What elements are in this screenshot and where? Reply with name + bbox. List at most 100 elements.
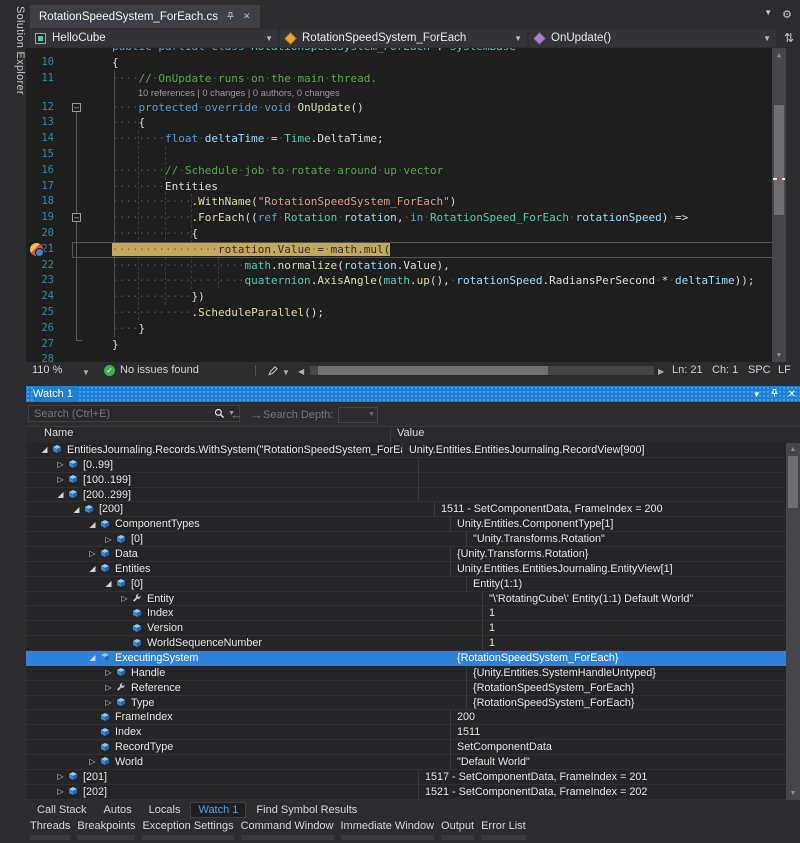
outlining-gutter[interactable] xyxy=(54,226,72,242)
watch-row[interactable]: ▷Entity"\'RotatingCube\' Entity(1:1) Def… xyxy=(26,592,786,607)
watch-value[interactable]: 200 xyxy=(450,710,786,724)
scroll-right-icon[interactable]: ▶ xyxy=(658,367,664,376)
expand-icon[interactable]: ▷ xyxy=(86,757,99,766)
watch-row[interactable]: ◢EntitiesUnity.Entities.EntitiesJournali… xyxy=(26,562,786,577)
collapse-icon[interactable]: ◢ xyxy=(38,445,51,454)
watch-title-bar[interactable]: Watch 1 ▼ ✕ xyxy=(26,386,800,402)
tab-find-symbol-results[interactable]: Find Symbol Results xyxy=(249,803,364,817)
watch-value[interactable]: 1511 xyxy=(450,725,786,739)
expand-icon[interactable]: ▷ xyxy=(54,460,67,469)
watch-vertical-scrollbar[interactable]: ▲ ▼ xyxy=(786,443,800,800)
editor-horizontal-scrollbar[interactable] xyxy=(310,366,654,375)
split-window-icon[interactable]: ⇅ xyxy=(784,31,794,45)
outlining-gutter[interactable] xyxy=(54,48,72,55)
watch-row[interactable]: ▷[0..99] xyxy=(26,458,786,473)
project-dropdown[interactable]: HelloCube ▼ xyxy=(30,29,278,47)
scroll-left-icon[interactable]: ◀ xyxy=(298,367,304,376)
expand-icon[interactable]: ▷ xyxy=(102,668,115,677)
outlining-gutter[interactable] xyxy=(54,100,72,116)
watch-row[interactable]: ◢ComponentTypesUnity.Entities.ComponentT… xyxy=(26,517,786,532)
watch-row[interactable]: ◢[0]Entity(1:1) xyxy=(26,577,786,592)
watch-row[interactable]: Index1511 xyxy=(26,725,786,740)
search-prev-icon[interactable]: ← xyxy=(230,407,243,422)
expand-icon[interactable]: ▷ xyxy=(102,698,115,707)
watch-value[interactable]: {RotationSpeedSystem_ForEach} xyxy=(466,696,786,710)
watch-value[interactable] xyxy=(418,473,786,487)
code-line[interactable]: 11····//·OnUpdate·runs·on·the·main·threa… xyxy=(26,71,786,87)
expand-icon[interactable]: ▷ xyxy=(102,535,115,544)
code-line[interactable]: 18············.WithName("RotationSpeedSy… xyxy=(26,194,786,210)
outlining-gutter[interactable] xyxy=(54,321,72,337)
watch-value[interactable]: {RotationSpeedSystem_ForEach} xyxy=(450,651,786,665)
code-line[interactable]: 24············}) xyxy=(26,289,786,305)
watch-row[interactable]: ▷Handle{Unity.Entities.SystemHandleUntyp… xyxy=(26,666,786,681)
expand-icon[interactable]: ▷ xyxy=(102,683,115,692)
code-line[interactable]: 23····················quaternion.AxisAng… xyxy=(26,273,786,289)
outlining-gutter[interactable] xyxy=(54,87,72,100)
collapse-icon[interactable]: ◢ xyxy=(102,579,115,588)
watch-row[interactable]: ▷[201]1517 - SetComponentData, FrameInde… xyxy=(26,770,786,785)
tab-exception-settings[interactable]: Exception Settings xyxy=(142,820,233,843)
search-next-icon[interactable]: → xyxy=(250,407,263,422)
tab-immediate-window[interactable]: Immediate Window xyxy=(341,820,435,843)
tab-threads[interactable]: Threads xyxy=(30,820,70,843)
outlining-gutter[interactable] xyxy=(54,273,72,289)
health-check-icon[interactable]: ✓ xyxy=(104,365,115,376)
pin-icon[interactable] xyxy=(226,11,235,23)
watch-value[interactable]: Unity.Entities.ComponentType[1] xyxy=(450,517,786,531)
chevron-down-icon[interactable]: ▼ xyxy=(282,368,290,377)
scroll-down-icon[interactable]: ▼ xyxy=(772,351,786,359)
watch-value[interactable]: "Default World" xyxy=(450,755,786,769)
search-icon[interactable] xyxy=(214,408,225,419)
close-icon[interactable]: ✕ xyxy=(243,11,251,22)
watch-row[interactable]: FrameIndex200 xyxy=(26,710,786,725)
chevron-down-icon[interactable]: ▼ xyxy=(753,390,761,399)
outlining-gutter[interactable] xyxy=(54,131,72,147)
watch-value[interactable]: Unity.Entities.EntitiesJournaling.Record… xyxy=(402,443,786,457)
tab-call-stack[interactable]: Call Stack xyxy=(30,803,94,817)
code-editor[interactable]: – – public·partial·class·RotationSpeedSy… xyxy=(26,48,786,362)
search-box[interactable]: ▼ xyxy=(28,405,240,422)
watch-row[interactable]: ◢[200]1511 - SetComponentData, FrameInde… xyxy=(26,502,786,517)
watch-row[interactable]: ▷[100..199] xyxy=(26,473,786,488)
outlining-gutter[interactable] xyxy=(54,71,72,87)
scroll-down-icon[interactable]: ▼ xyxy=(786,790,800,797)
close-icon[interactable]: ✕ xyxy=(788,389,796,400)
outlining-gutter[interactable] xyxy=(54,242,72,258)
collapse-icon[interactable]: ◢ xyxy=(86,520,99,529)
watch-row[interactable]: ◢ExecutingSystem{RotationSpeedSystem_For… xyxy=(26,651,786,666)
scrollbar-thumb[interactable] xyxy=(318,366,548,375)
gear-icon[interactable]: ⚙ xyxy=(782,8,792,21)
watch-row[interactable]: ◢[200..299] xyxy=(26,488,786,503)
watch-row[interactable]: ▷[202]1521 - SetComponentData, FrameInde… xyxy=(26,785,786,800)
outlining-gutter[interactable] xyxy=(54,305,72,321)
pin-icon[interactable] xyxy=(770,388,779,401)
watch-value[interactable]: 1 xyxy=(482,636,786,650)
code-line[interactable]: 10{ xyxy=(26,55,786,71)
code-line[interactable]: 13····{ xyxy=(26,115,786,131)
watch-value[interactable]: {RotationSpeedSystem_ForEach} xyxy=(466,681,786,695)
code-line[interactable]: 28 xyxy=(26,352,786,362)
column-header-name[interactable]: Name xyxy=(26,427,390,443)
watch-row[interactable]: ▷Data{Unity.Transforms.Rotation} xyxy=(26,547,786,562)
expand-icon[interactable]: ▷ xyxy=(54,772,67,781)
tab-error-list[interactable]: Error List xyxy=(481,820,526,843)
watch-value[interactable] xyxy=(418,458,786,472)
outlining-gutter[interactable] xyxy=(54,352,72,362)
code-line[interactable]: 26····} xyxy=(26,321,786,337)
expand-icon[interactable]: ▷ xyxy=(86,549,99,558)
collapse-box[interactable]: – xyxy=(72,103,81,112)
type-dropdown[interactable]: RotationSpeedSystem_ForEach ▼ xyxy=(280,29,527,47)
expand-icon[interactable]: ▷ xyxy=(54,787,67,796)
outlining-gutter[interactable] xyxy=(54,210,72,226)
watch-value[interactable]: Unity.Entities.EntitiesJournaling.Entity… xyxy=(450,562,786,576)
watch-row[interactable]: Index1 xyxy=(26,606,786,621)
watch-value[interactable] xyxy=(418,488,786,502)
watch-value[interactable]: 1517 - SetComponentData, FrameIndex = 20… xyxy=(418,770,786,784)
scroll-up-icon[interactable]: ▲ xyxy=(786,446,800,453)
outlining-gutter[interactable] xyxy=(54,163,72,179)
breakpoint-icon[interactable] xyxy=(30,243,43,256)
watch-row[interactable]: ▷World"Default World" xyxy=(26,755,786,770)
outlining-gutter[interactable] xyxy=(54,115,72,131)
watch-row[interactable]: ▷Type{RotationSpeedSystem_ForEach} xyxy=(26,696,786,711)
